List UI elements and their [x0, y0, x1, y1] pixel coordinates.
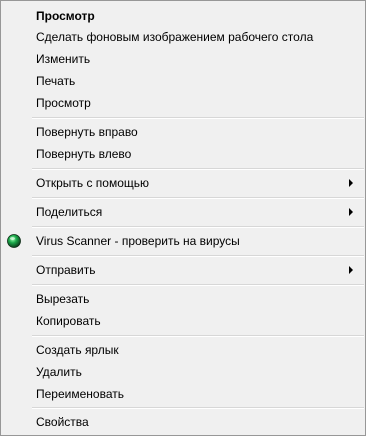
menu-item-set-desktop-background[interactable]: Сделать фоновым изображением рабочего ст…: [1, 26, 365, 48]
menu-separator: [32, 226, 364, 228]
menu-item-label: Копировать: [36, 314, 101, 328]
menu-item-send-to[interactable]: Отправить: [1, 259, 365, 281]
menu-item-print[interactable]: Печать: [1, 70, 365, 92]
menu-separator: [32, 168, 364, 170]
menu-separator: [32, 335, 364, 337]
menu-item-label: Переименовать: [36, 387, 124, 401]
menu-item-label: Создать ярлык: [36, 343, 119, 357]
menu-separator: [32, 407, 364, 409]
menu-separator: [32, 117, 364, 119]
menu-item-label: Сделать фоновым изображением рабочего ст…: [36, 30, 314, 44]
menu-item-share[interactable]: Поделиться: [1, 201, 365, 223]
menu-item-label: Поделиться: [36, 205, 103, 219]
menu-item-create-shortcut[interactable]: Создать ярлык: [1, 339, 365, 361]
menu-item-label: Свойства: [36, 415, 89, 429]
context-menu: Просмотр Сделать фоновым изображением ра…: [0, 0, 366, 436]
menu-item-open-with[interactable]: Открыть с помощью: [1, 172, 365, 194]
menu-item-preview[interactable]: Просмотр: [1, 92, 365, 114]
menu-item-edit[interactable]: Изменить: [1, 48, 365, 70]
menu-item-preview-default[interactable]: Просмотр: [1, 5, 365, 27]
menu-separator: [32, 255, 364, 257]
menu-item-label: Открыть с помощью: [36, 176, 150, 190]
menu-item-label: Просмотр: [36, 96, 91, 110]
menu-item-label: Изменить: [36, 52, 91, 66]
menu-item-delete[interactable]: Удалить: [1, 361, 365, 383]
menu-item-label: Удалить: [36, 365, 82, 379]
menu-separator: [32, 197, 364, 199]
menu-item-copy[interactable]: Копировать: [1, 310, 365, 332]
menu-item-rotate-right[interactable]: Повернуть вправо: [1, 121, 365, 143]
menu-item-label: Печать: [36, 74, 76, 88]
menu-item-label: Virus Scanner - проверить на вирусы: [36, 234, 240, 248]
menu-separator: [32, 284, 364, 286]
menu-item-properties[interactable]: Свойства: [1, 411, 365, 433]
menu-item-virus-scanner[interactable]: Virus Scanner - проверить на вирусы: [1, 230, 365, 252]
menu-item-cut[interactable]: Вырезать: [1, 288, 365, 310]
submenu-arrow-icon: [349, 179, 353, 187]
menu-item-label: Повернуть влево: [36, 147, 132, 161]
menu-item-label: Повернуть вправо: [36, 125, 138, 139]
submenu-arrow-icon: [349, 266, 353, 274]
menu-item-label: Вырезать: [36, 292, 90, 306]
menu-item-label: Просмотр: [36, 9, 95, 23]
submenu-arrow-icon: [349, 208, 353, 216]
menu-item-label: Отправить: [36, 263, 96, 277]
virus-scanner-icon: [7, 234, 21, 248]
menu-item-rename[interactable]: Переименовать: [1, 383, 365, 405]
menu-item-rotate-left[interactable]: Повернуть влево: [1, 143, 365, 165]
